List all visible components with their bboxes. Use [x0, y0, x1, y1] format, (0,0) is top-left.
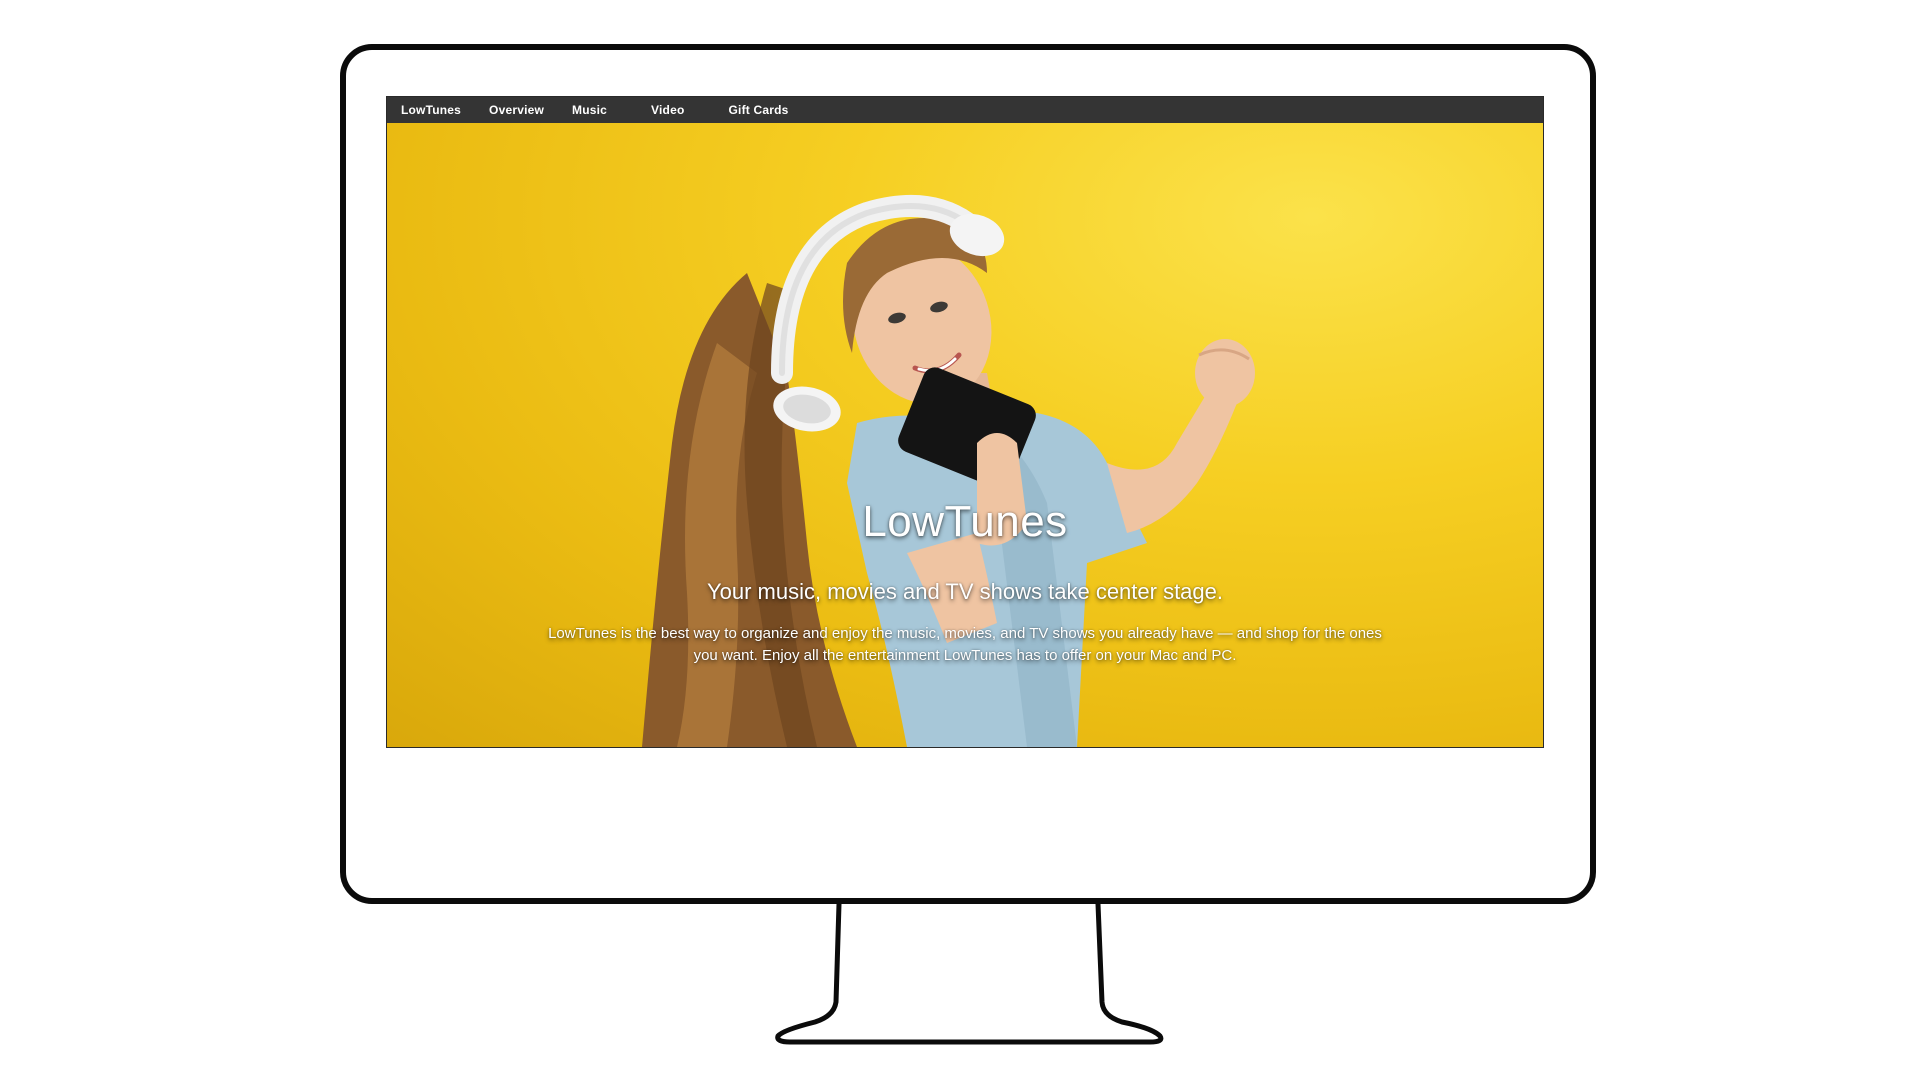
nav-item-overview[interactable]: Overview — [489, 103, 544, 117]
hero-text-block: LowTunes Your music, movies and TV shows… — [387, 123, 1543, 747]
hero-description: LowTunes is the best way to organize and… — [548, 625, 1382, 664]
nav-item-music[interactable]: Music — [572, 103, 607, 117]
hero-subtitle: Your music, movies and TV shows take cen… — [706, 579, 1224, 604]
nav-item-lowtunes[interactable]: LowTunes — [401, 103, 461, 117]
website-viewport: LowTunes Overview Music Video Gift Cards — [386, 96, 1544, 748]
nav-item-video[interactable]: Video — [651, 103, 684, 117]
nav-item-gift-cards[interactable]: Gift Cards — [729, 103, 789, 117]
hero-title: LowTunes — [862, 497, 1068, 546]
hero-banner: LowTunes Your music, movies and TV shows… — [387, 123, 1543, 747]
top-navbar: LowTunes Overview Music Video Gift Cards — [387, 97, 1543, 123]
